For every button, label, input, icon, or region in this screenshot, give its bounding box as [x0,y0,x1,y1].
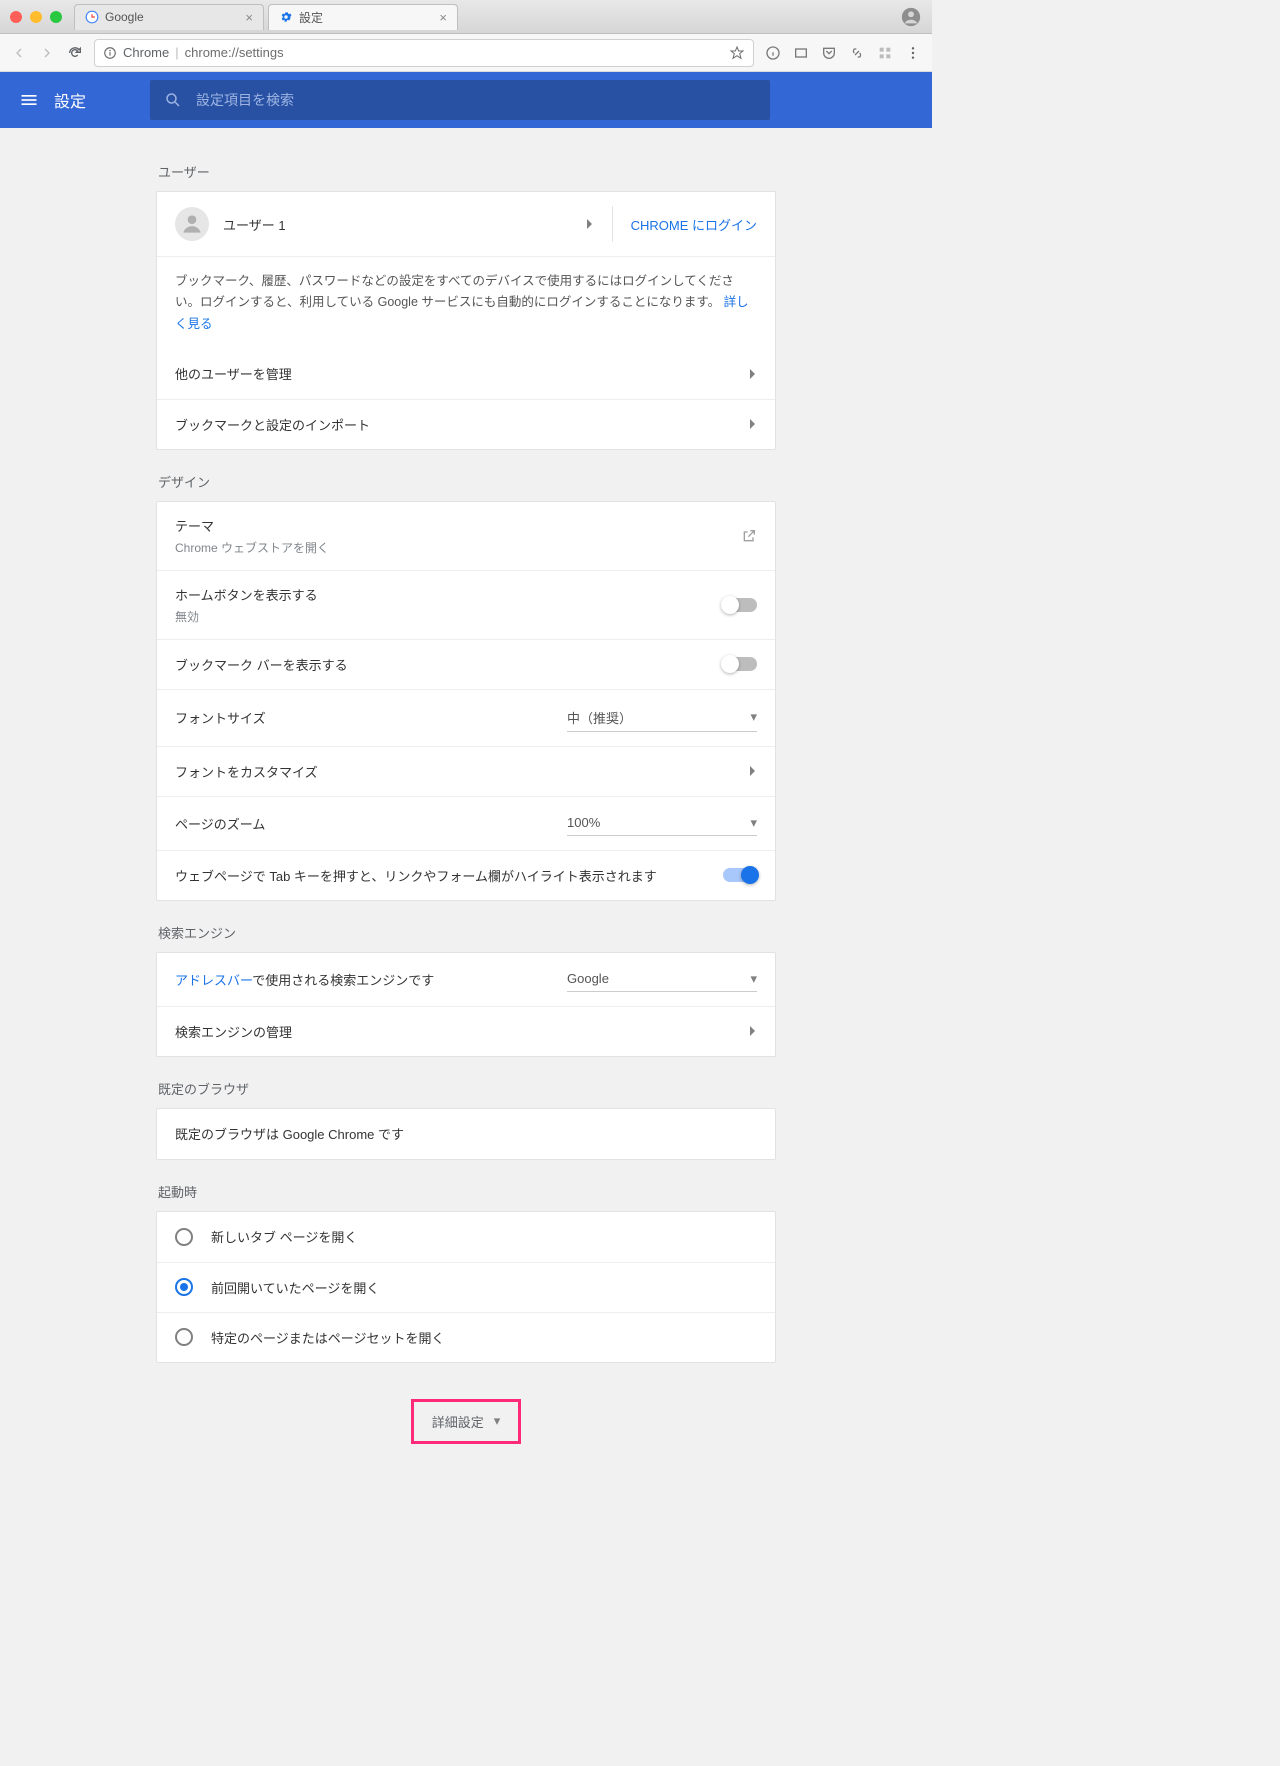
chevron-right-icon [749,418,757,430]
startup-option-specific[interactable]: 特定のページまたはページセットを開く [157,1312,775,1362]
default-browser-row: 既定のブラウザは Google Chrome です [157,1109,775,1159]
page-title: 設定 [54,88,86,112]
profile-row[interactable]: ユーザー 1 CHROME にログイン [157,192,775,256]
external-link-icon [741,528,757,544]
extension-link-icon[interactable] [848,44,866,62]
settings-header: 設定 [0,72,932,128]
chrome-login-link[interactable]: CHROME にログイン [631,215,757,234]
bookmark-bar-row: ブックマーク バーを表示する [157,639,775,689]
advanced-settings-button[interactable]: 詳細設定 ▾ [411,1399,522,1444]
extension-info-icon[interactable] [764,44,782,62]
bookmark-bar-toggle[interactable] [723,657,757,671]
page-zoom-select[interactable]: 100% ▾ [567,811,757,836]
profile-avatar-icon[interactable] [900,6,922,28]
window-titlebar: Google × 設定 × [0,0,932,34]
tab-highlight-row: ウェブページで Tab キーを押すと、リンクやフォーム欄がハイライト表示されます [157,850,775,900]
extension-rect-icon[interactable] [792,44,810,62]
browser-toolbar: Chrome | chrome://settings [0,34,932,72]
search-engine-select[interactable]: Google ▾ [567,967,757,992]
omnibox-url: chrome://settings [185,45,284,60]
tab-strip: Google × 設定 × [74,0,900,33]
sync-description: ブックマーク、履歴、パスワードなどの設定をすべてのデバイスで使用するにはログイン… [157,256,775,349]
extension-pocket-icon[interactable] [820,44,838,62]
startup-option-continue[interactable]: 前回開いていたページを開く [157,1262,775,1312]
font-size-row: フォントサイズ 中（推奨） ▾ [157,689,775,746]
caret-down-icon: ▾ [750,709,757,725]
minimize-window-button[interactable] [30,11,42,23]
bookmark-star-icon[interactable] [729,45,745,61]
close-tab-icon[interactable]: × [245,10,253,25]
section-title-search: 検索エンジン [156,909,776,952]
customize-fonts-row[interactable]: フォントをカスタマイズ [157,746,775,796]
site-info-icon[interactable] [103,46,117,60]
section-title-startup: 起動時 [156,1168,776,1211]
menu-icon[interactable] [18,89,40,111]
manage-search-engines-row[interactable]: 検索エンジンの管理 [157,1006,775,1056]
search-icon [164,91,182,109]
home-button-toggle[interactable] [723,598,757,612]
chevron-right-icon [749,368,757,380]
import-bookmarks-row[interactable]: ブックマークと設定のインポート [157,399,775,449]
favicon-settings-icon [279,10,293,24]
avatar-icon [175,207,209,241]
traffic-lights [10,11,62,23]
page-zoom-row: ページのズーム 100% ▾ [157,796,775,850]
section-title-user: ユーザー [156,148,776,191]
settings-search[interactable] [150,80,770,120]
font-size-select[interactable]: 中（推奨） ▾ [567,704,757,732]
radio-button[interactable] [175,1278,193,1296]
address-bar[interactable]: Chrome | chrome://settings [94,39,754,67]
chevron-right-icon [586,218,594,230]
tab-title: Google [105,10,144,24]
chrome-menu-icon[interactable] [904,44,922,62]
reload-button[interactable] [66,44,84,62]
settings-search-input[interactable] [196,92,756,108]
divider [612,206,613,242]
close-tab-icon[interactable]: × [439,10,447,25]
settings-content: ユーザー ユーザー 1 CHROME にログイン ブックマーク、履歴、パスワード… [0,128,932,1484]
favicon-google-icon [85,10,99,24]
close-window-button[interactable] [10,11,22,23]
address-bar-engine-row: アドレスバーで使用される検索エンジンです Google ▾ [157,953,775,1006]
address-bar-link[interactable]: アドレスバー [175,973,252,988]
caret-down-icon: ▾ [750,815,757,831]
tab-highlight-toggle[interactable] [723,868,757,882]
home-button-row: ホームボタンを表示する 無効 [157,570,775,639]
forward-button[interactable] [38,44,56,62]
radio-button[interactable] [175,1328,193,1346]
zoom-window-button[interactable] [50,11,62,23]
back-button[interactable] [10,44,28,62]
caret-down-icon: ▾ [750,971,757,987]
startup-option-newtab[interactable]: 新しいタブ ページを開く [157,1212,775,1262]
tab-settings[interactable]: 設定 × [268,4,458,30]
theme-row[interactable]: テーマ Chrome ウェブストアを開く [157,502,775,570]
manage-other-users-row[interactable]: 他のユーザーを管理 [157,349,775,399]
radio-button[interactable] [175,1228,193,1246]
extension-grid-icon[interactable] [876,44,894,62]
section-title-default: 既定のブラウザ [156,1065,776,1108]
tab-google[interactable]: Google × [74,4,264,30]
tab-title: 設定 [299,9,323,26]
section-title-design: デザイン [156,458,776,501]
omnibox-origin: Chrome [123,45,169,60]
caret-down-icon: ▾ [494,1413,501,1429]
chevron-right-icon [749,1025,757,1037]
chevron-right-icon [749,765,757,777]
omnibox-separator: | [175,45,178,60]
profile-name: ユーザー 1 [223,215,586,234]
